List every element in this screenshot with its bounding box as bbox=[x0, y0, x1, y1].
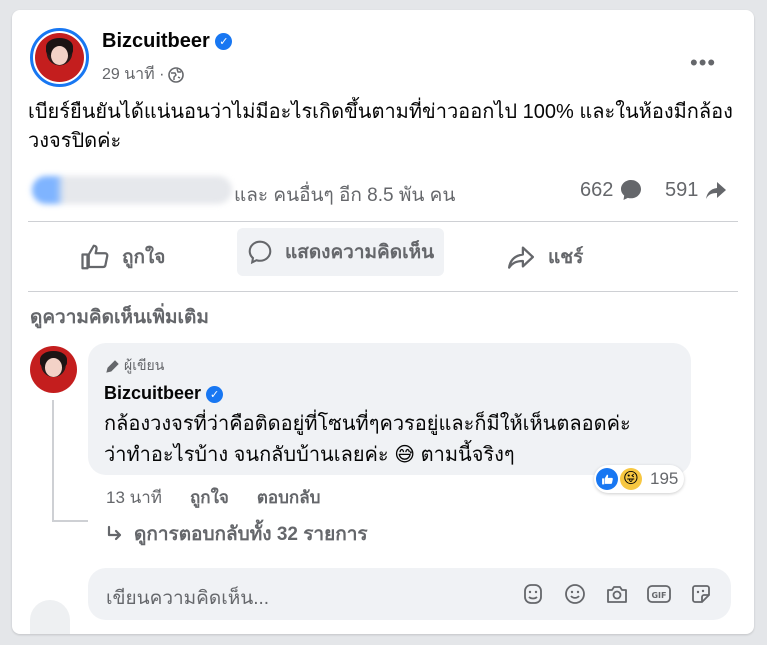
author-avatar-ring[interactable] bbox=[30, 28, 89, 87]
comment-bubble: ผู้เขียน Bizcuitbeer ✓ กล้องวงจรที่ว่าคื… bbox=[88, 343, 691, 475]
share-arrow-icon bbox=[706, 182, 727, 199]
post-text: เบียร์ยืนยันได้แน่นอนว่าไม่มีอะไรเกิดขึ้… bbox=[28, 101, 733, 152]
like-button[interactable]: ถูกใจ bbox=[80, 236, 165, 278]
comment-reaction-count: 195 bbox=[650, 469, 679, 488]
shares-count-row[interactable]: 591 bbox=[665, 178, 728, 202]
avatar-sticker-icon[interactable] bbox=[520, 581, 546, 607]
comment-text-line-1: กล้องวงจรที่ว่าคือติดอยู่ที่โซนที่ๆควรอย… bbox=[104, 413, 631, 435]
comments-count-row[interactable]: 662 bbox=[580, 178, 643, 202]
gif-icon[interactable]: GIF bbox=[646, 581, 672, 607]
composer-tools: GIF bbox=[520, 581, 714, 607]
comment-composer[interactable]: เขียนความคิดเห็น... GIF bbox=[88, 568, 731, 620]
comment-bubble-icon bbox=[621, 180, 642, 200]
share-label: แชร์ bbox=[548, 247, 584, 268]
avatar bbox=[35, 33, 84, 82]
pencil-icon bbox=[106, 360, 119, 373]
comment-reactions[interactable]: 😜 195 bbox=[594, 465, 685, 493]
commenter-avatar[interactable] bbox=[30, 346, 77, 393]
more-options-icon[interactable]: ••• bbox=[690, 50, 716, 76]
divider-top bbox=[28, 221, 738, 222]
reply-arrow-icon bbox=[107, 525, 122, 541]
comment-author-name[interactable]: Bizcuitbeer bbox=[104, 383, 201, 403]
divider-bottom bbox=[28, 291, 738, 292]
sticker-icon[interactable] bbox=[688, 581, 714, 607]
reactions-summary[interactable]: และ คนอื่นๆ อีก 8.5 พัน คน bbox=[234, 180, 455, 210]
post-author-name[interactable]: Bizcuitbeer bbox=[102, 30, 210, 52]
like-label: ถูกใจ bbox=[122, 247, 166, 268]
composer-placeholder[interactable]: เขียนความคิดเห็น... bbox=[106, 583, 269, 613]
view-replies-label: ดูการตอบกลับทั้ง 32 รายการ bbox=[134, 524, 368, 545]
camera-icon[interactable] bbox=[604, 581, 630, 607]
emoji-icon[interactable] bbox=[562, 581, 588, 607]
post-card: Bizcuitbeer ✓ 29 นาที · ••• เบียร์ยืนยัน… bbox=[12, 10, 754, 634]
reactions-blur[interactable] bbox=[32, 176, 232, 204]
comment-icon bbox=[248, 240, 272, 265]
composer-avatar bbox=[30, 600, 70, 634]
comments-count: 662 bbox=[580, 178, 614, 201]
comment-label: แสดงความคิดเห็น bbox=[285, 242, 435, 263]
thread-line bbox=[52, 400, 54, 522]
haha-reaction-icon: 😜 bbox=[620, 468, 642, 490]
view-more-comments-link[interactable]: ดูความคิดเห็นเพิ่มเติม bbox=[30, 302, 209, 332]
comment-reply-button[interactable]: ตอบกลับ bbox=[257, 484, 321, 511]
globe-icon bbox=[168, 66, 185, 83]
author-badge-label: ผู้เขียน bbox=[124, 357, 165, 373]
author-badge: ผู้เขียน bbox=[106, 355, 164, 377]
comment-text-line-2: ว่าทำอะไรบ้าง จนกลับบ้านเลยค่ะ 😅 ตามนี้จ… bbox=[104, 444, 515, 466]
post-meta: 29 นาที · bbox=[102, 62, 185, 87]
svg-text:GIF: GIF bbox=[651, 591, 666, 600]
thread-connector bbox=[52, 520, 88, 522]
verified-icon: ✓ bbox=[206, 385, 224, 403]
comment-like-button[interactable]: ถูกใจ bbox=[190, 484, 229, 511]
post-time[interactable]: 29 นาที · bbox=[102, 62, 164, 87]
like-reaction-icon bbox=[596, 468, 618, 490]
comment-author-row: Bizcuitbeer ✓ bbox=[104, 383, 224, 404]
comment-time[interactable]: 13 นาที bbox=[106, 484, 162, 511]
share-icon bbox=[508, 246, 534, 269]
post-author-row: Bizcuitbeer ✓ bbox=[102, 30, 233, 53]
comment-meta: 13 นาที ถูกใจ ตอบกลับ bbox=[106, 484, 320, 511]
thumbs-up-icon bbox=[81, 244, 109, 270]
comment-button[interactable]: แสดงความคิดเห็น bbox=[237, 228, 445, 276]
share-button[interactable]: แชร์ bbox=[506, 236, 583, 278]
verified-icon: ✓ bbox=[215, 33, 233, 51]
view-replies-link[interactable]: ดูการตอบกลับทั้ง 32 รายการ bbox=[106, 519, 368, 549]
shares-count: 591 bbox=[665, 178, 699, 201]
